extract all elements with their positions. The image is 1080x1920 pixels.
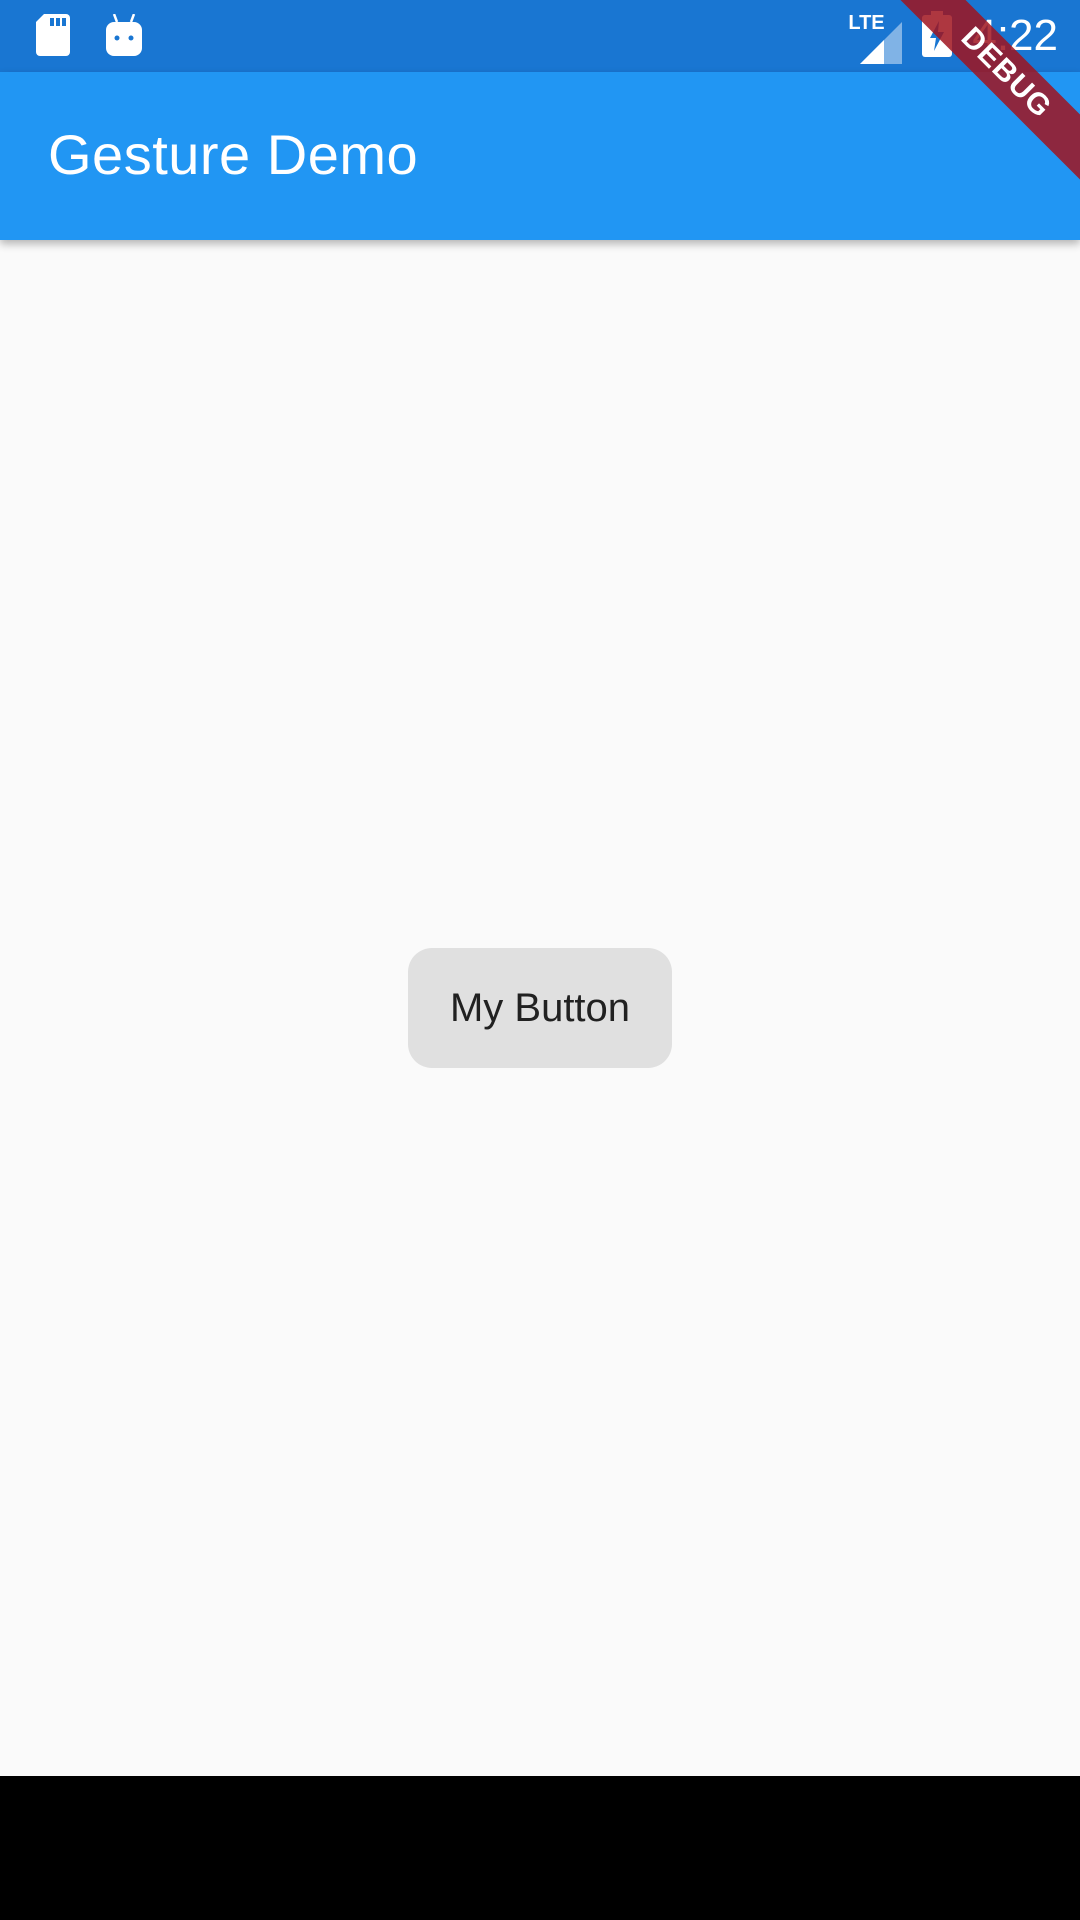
- battery-charging-icon: [922, 10, 953, 62]
- app-title: Gesture Demo: [48, 123, 419, 186]
- status-time: 4:22: [972, 11, 1058, 60]
- navigation-bar: [0, 1776, 1080, 1920]
- status-bar: LTE 4:22: [0, 0, 1080, 72]
- signal-icon: LTE: [848, 8, 903, 64]
- app-screen: LTE 4:22 Gesture Demo My Button DEBUG: [0, 0, 1080, 1920]
- status-right-icons: LTE 4:22: [848, 8, 1058, 64]
- sd-card-icon: [36, 14, 70, 61]
- my-button[interactable]: My Button: [408, 948, 672, 1068]
- main-content: My Button: [0, 240, 1080, 1776]
- app-bar: Gesture Demo: [0, 72, 1080, 240]
- status-left-icons: [36, 13, 142, 61]
- android-icon: [106, 13, 142, 61]
